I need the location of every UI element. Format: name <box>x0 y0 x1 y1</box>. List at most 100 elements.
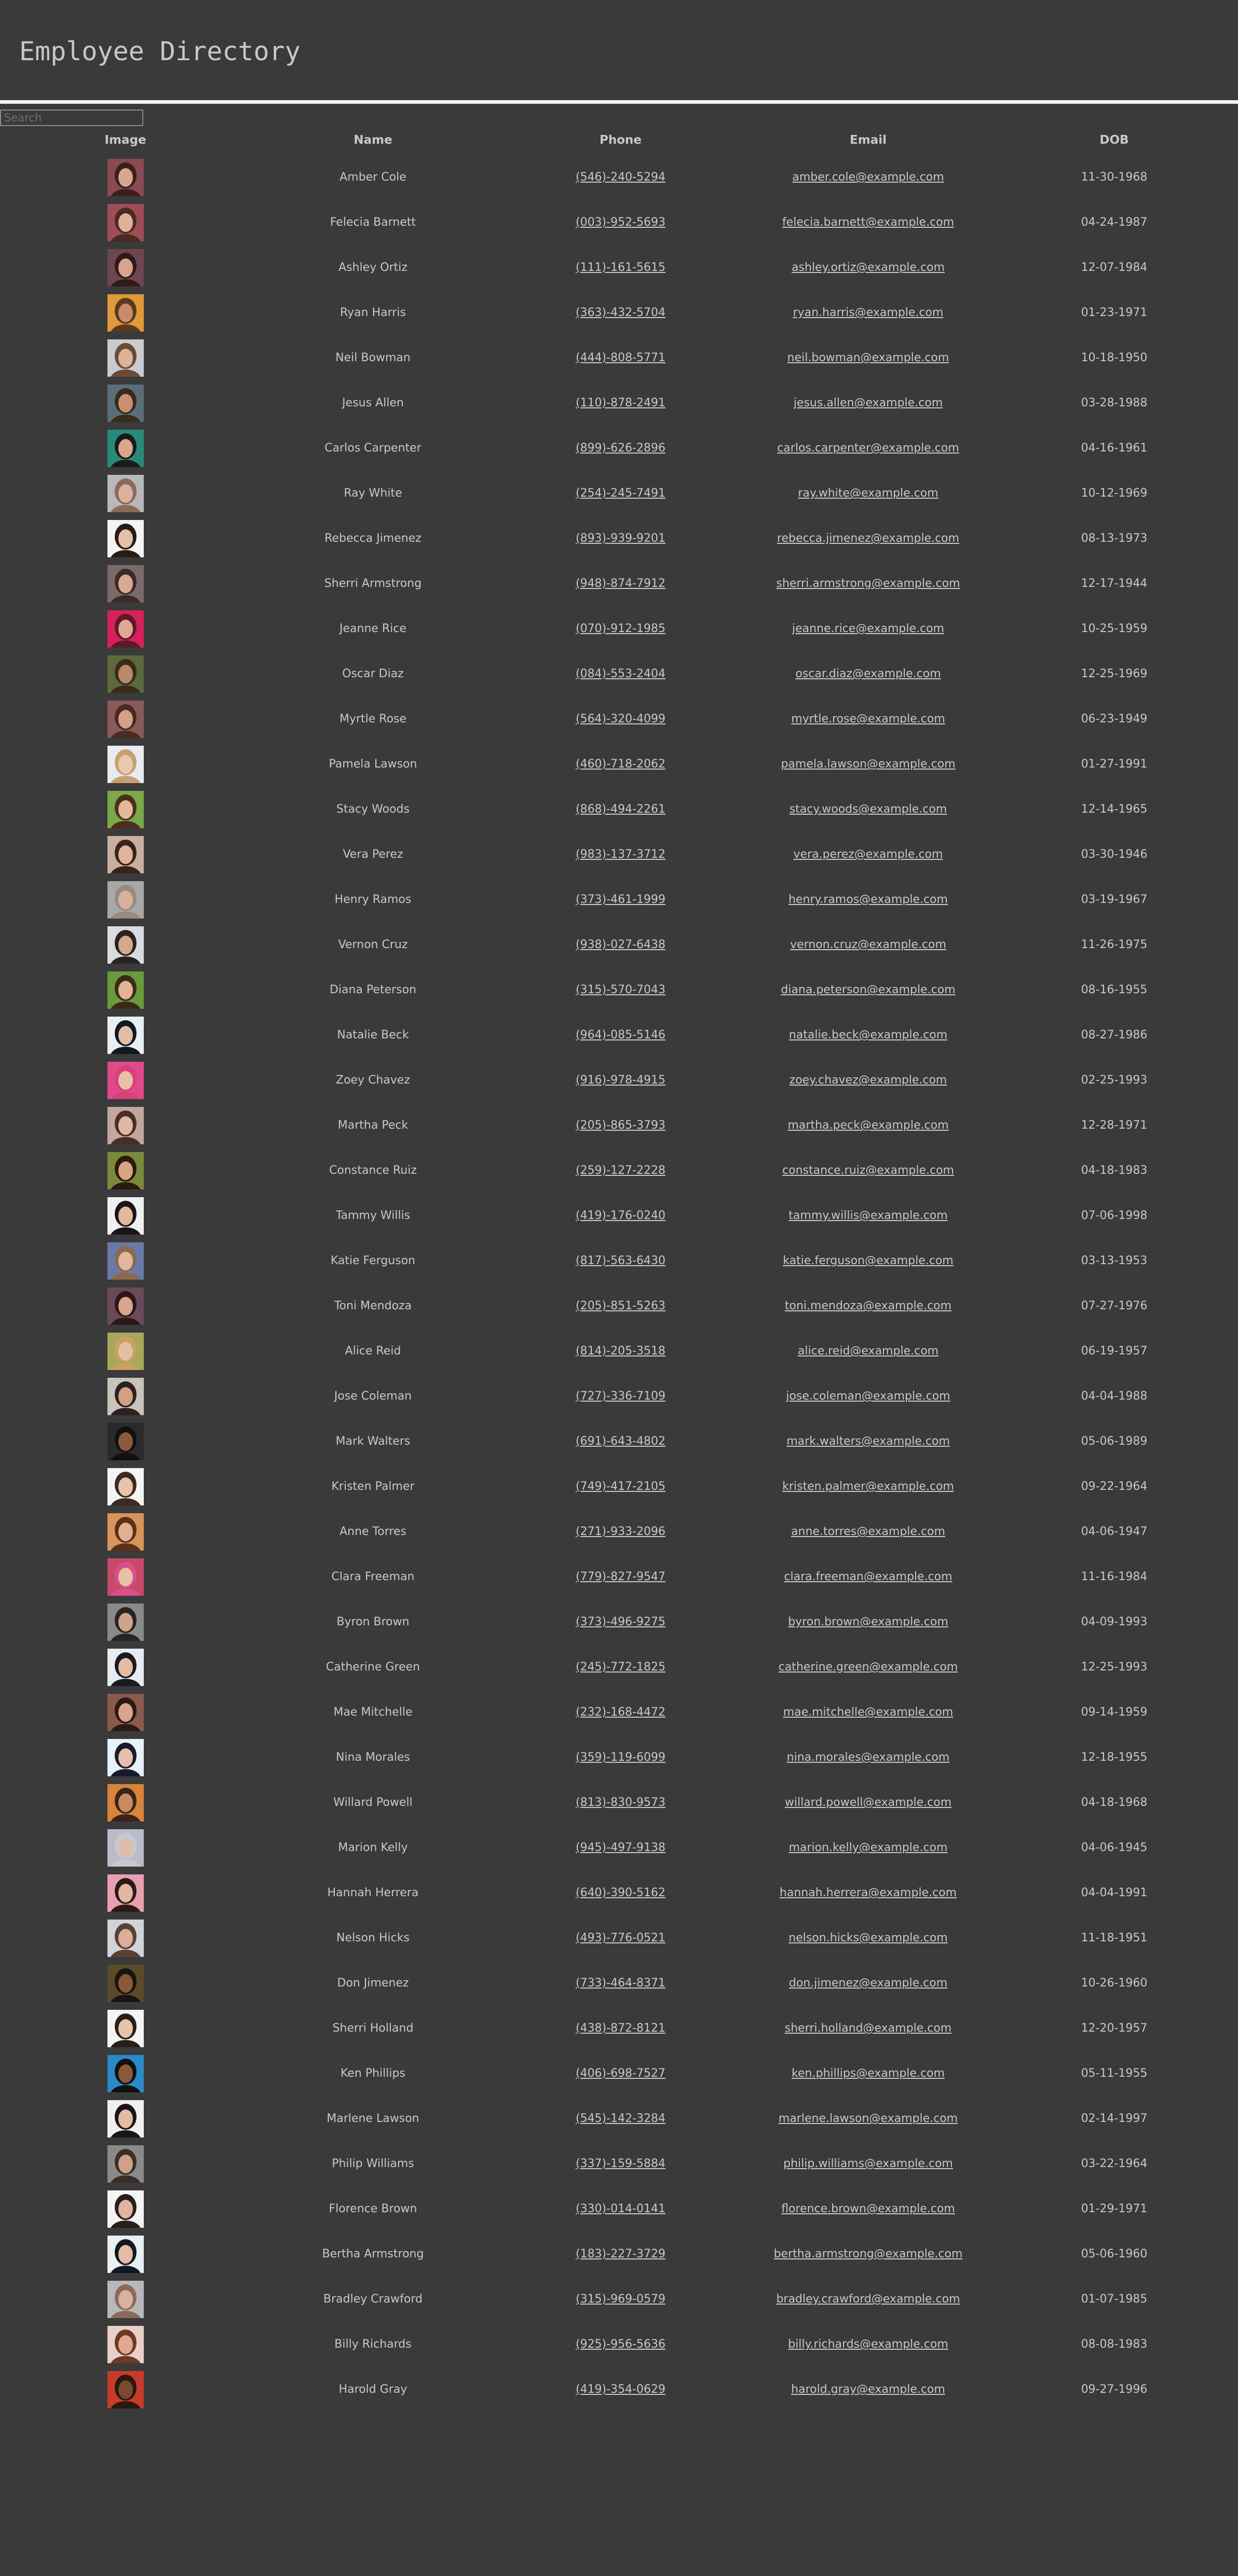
email-link[interactable]: amber.cole@example.com <box>792 171 944 184</box>
phone-link[interactable]: (315)-969-0579 <box>576 2293 665 2306</box>
email-link[interactable]: jesus.allen@example.com <box>794 396 943 409</box>
phone-link[interactable]: (564)-320-4099 <box>576 712 665 725</box>
phone-link[interactable]: (070)-912-1985 <box>576 622 665 635</box>
phone-link[interactable]: (337)-159-5884 <box>576 2157 665 2170</box>
email-link[interactable]: billy.richards@example.com <box>788 2338 948 2351</box>
email-link[interactable]: constance.ruiz@example.com <box>782 1164 954 1177</box>
column-header-phone[interactable]: Phone <box>495 125 746 155</box>
phone-link[interactable]: (003)-952-5693 <box>576 216 665 229</box>
email-link[interactable]: byron.brown@example.com <box>788 1615 948 1628</box>
phone-link[interactable]: (727)-336-7109 <box>576 1390 665 1403</box>
phone-link[interactable]: (271)-933-2096 <box>576 1525 665 1538</box>
column-header-name[interactable]: Name <box>251 125 495 155</box>
phone-link[interactable]: (110)-878-2491 <box>576 396 665 409</box>
email-link[interactable]: ken.phillips@example.com <box>792 2067 945 2080</box>
phone-link[interactable]: (640)-390-5162 <box>576 1886 665 1899</box>
phone-link[interactable]: (545)-142-3284 <box>576 2112 665 2125</box>
phone-link[interactable]: (945)-497-9138 <box>576 1841 665 1854</box>
phone-link[interactable]: (749)-417-2105 <box>576 1480 665 1493</box>
phone-link[interactable]: (916)-978-4915 <box>576 1074 665 1087</box>
phone-link[interactable]: (925)-956-5636 <box>576 2338 665 2351</box>
email-link[interactable]: sherri.holland@example.com <box>785 2022 951 2035</box>
phone-link[interactable]: (948)-874-7912 <box>576 577 665 590</box>
email-link[interactable]: willard.powell@example.com <box>785 1796 951 1809</box>
email-link[interactable]: myrtle.rose@example.com <box>791 712 945 725</box>
phone-link[interactable]: (983)-137-3712 <box>576 848 665 861</box>
phone-link[interactable]: (438)-872-8121 <box>576 2022 665 2035</box>
phone-link[interactable]: (232)-168-4472 <box>576 1706 665 1719</box>
email-link[interactable]: philip.williams@example.com <box>783 2157 953 2170</box>
column-header-email[interactable]: Email <box>746 125 990 155</box>
email-link[interactable]: nina.morales@example.com <box>787 1751 950 1764</box>
phone-link[interactable]: (084)-553-2404 <box>576 667 665 680</box>
email-link[interactable]: bertha.armstrong@example.com <box>774 2248 963 2260</box>
email-link[interactable]: katie.ferguson@example.com <box>783 1254 954 1267</box>
email-link[interactable]: felecia.barnett@example.com <box>782 216 954 229</box>
email-link[interactable]: hannah.herrera@example.com <box>780 1886 957 1899</box>
phone-link[interactable]: (814)-205-3518 <box>576 1345 665 1358</box>
email-link[interactable]: mae.mitchelle@example.com <box>783 1706 954 1719</box>
email-link[interactable]: bradley.crawford@example.com <box>776 2293 960 2306</box>
email-link[interactable]: neil.bowman@example.com <box>787 351 949 364</box>
email-link[interactable]: ashley.ortiz@example.com <box>792 261 945 274</box>
phone-link[interactable]: (111)-161-5615 <box>576 261 665 274</box>
email-link[interactable]: stacy.woods@example.com <box>790 803 947 816</box>
phone-link[interactable]: (259)-127-2228 <box>576 1164 665 1177</box>
phone-link[interactable]: (373)-496-9275 <box>576 1615 665 1628</box>
email-link[interactable]: toni.mendoza@example.com <box>785 1299 951 1312</box>
email-link[interactable]: zoey.chavez@example.com <box>790 1074 947 1087</box>
email-link[interactable]: diana.peterson@example.com <box>781 983 955 996</box>
email-link[interactable]: sherri.armstrong@example.com <box>776 577 960 590</box>
phone-link[interactable]: (893)-939-9201 <box>576 532 665 545</box>
email-link[interactable]: ray.white@example.com <box>798 487 938 500</box>
phone-link[interactable]: (899)-626-2896 <box>576 442 665 455</box>
email-link[interactable]: clara.freeman@example.com <box>784 1570 952 1583</box>
email-link[interactable]: florence.brown@example.com <box>781 2202 955 2215</box>
phone-link[interactable]: (813)-830-9573 <box>576 1796 665 1809</box>
email-link[interactable]: catherine.green@example.com <box>779 1661 958 1674</box>
phone-link[interactable]: (817)-563-6430 <box>576 1254 665 1267</box>
phone-link[interactable]: (406)-698-7527 <box>576 2067 665 2080</box>
email-link[interactable]: marlene.lawson@example.com <box>779 2112 958 2125</box>
phone-link[interactable]: (444)-808-5771 <box>576 351 665 364</box>
email-link[interactable]: oscar.diaz@example.com <box>795 667 941 680</box>
phone-link[interactable]: (546)-240-5294 <box>576 171 665 184</box>
email-link[interactable]: henry.ramos@example.com <box>788 893 948 906</box>
email-link[interactable]: ryan.harris@example.com <box>793 306 944 319</box>
phone-link[interactable]: (330)-014-0141 <box>576 2202 665 2215</box>
column-header-image[interactable]: Image <box>0 125 251 155</box>
phone-link[interactable]: (938)-027-6438 <box>576 938 665 951</box>
email-link[interactable]: rebecca.jimenez@example.com <box>777 532 959 545</box>
phone-link[interactable]: (964)-085-5146 <box>576 1029 665 1042</box>
phone-link[interactable]: (733)-464-8371 <box>576 1977 665 1990</box>
email-link[interactable]: mark.walters@example.com <box>786 1435 950 1448</box>
email-link[interactable]: vernon.cruz@example.com <box>790 938 946 951</box>
phone-link[interactable]: (419)-354-0629 <box>576 2383 665 2396</box>
email-link[interactable]: nelson.hicks@example.com <box>788 1931 947 1944</box>
phone-link[interactable]: (254)-245-7491 <box>576 487 665 500</box>
phone-link[interactable]: (493)-776-0521 <box>576 1931 665 1944</box>
email-link[interactable]: jeanne.rice@example.com <box>792 622 944 635</box>
phone-link[interactable]: (183)-227-3729 <box>576 2248 665 2260</box>
email-link[interactable]: marion.kelly@example.com <box>789 1841 948 1854</box>
email-link[interactable]: pamela.lawson@example.com <box>781 758 955 771</box>
phone-link[interactable]: (359)-119-6099 <box>576 1751 665 1764</box>
phone-link[interactable]: (460)-718-2062 <box>576 758 665 771</box>
phone-link[interactable]: (373)-461-1999 <box>576 893 665 906</box>
email-link[interactable]: alice.reid@example.com <box>798 1345 938 1358</box>
email-link[interactable]: kristen.palmer@example.com <box>782 1480 954 1493</box>
phone-link[interactable]: (868)-494-2261 <box>576 803 665 816</box>
email-link[interactable]: anne.torres@example.com <box>791 1525 945 1538</box>
email-link[interactable]: martha.peck@example.com <box>787 1119 948 1132</box>
phone-link[interactable]: (691)-643-4802 <box>576 1435 665 1448</box>
search-input[interactable] <box>0 109 143 126</box>
email-link[interactable]: don.jimenez@example.com <box>789 1977 947 1990</box>
phone-link[interactable]: (419)-176-0240 <box>576 1209 665 1222</box>
email-link[interactable]: tammy.willis@example.com <box>788 1209 947 1222</box>
phone-link[interactable]: (315)-570-7043 <box>576 983 665 996</box>
email-link[interactable]: harold.gray@example.com <box>791 2383 945 2396</box>
email-link[interactable]: vera.perez@example.com <box>794 848 943 861</box>
email-link[interactable]: natalie.beck@example.com <box>789 1029 947 1042</box>
email-link[interactable]: jose.coleman@example.com <box>786 1390 950 1403</box>
email-link[interactable]: carlos.carpenter@example.com <box>777 442 959 455</box>
